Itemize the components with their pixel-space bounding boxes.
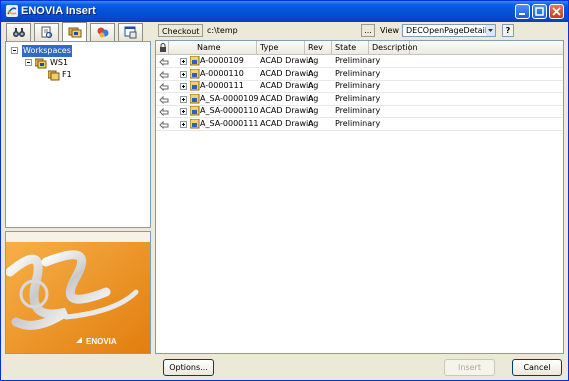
checkout-status-icon: [159, 95, 169, 104]
maximize-button[interactable]: [532, 4, 547, 19]
left-tab-strip: [5, 22, 151, 43]
expand-icon[interactable]: [180, 95, 187, 103]
table-row[interactable]: A-0000111 ACAD Drawing A Preliminary: [156, 80, 563, 94]
cell-name: A_SA-0000110: [200, 106, 259, 116]
tree-node-label[interactable]: Workspaces: [22, 45, 72, 57]
expand-icon[interactable]: [180, 70, 187, 78]
app-icon: [6, 5, 18, 17]
tab-collaboration[interactable]: [90, 23, 115, 41]
table-row[interactable]: A_SA-0000109 ACAD Drawing A Preliminary: [156, 93, 563, 106]
cell-state: Preliminary: [335, 81, 381, 91]
cell-state: Preliminary: [335, 68, 381, 78]
expand-icon[interactable]: [180, 121, 187, 128]
acad-drawing-icon: [190, 119, 200, 129]
cell-name: A-0000110: [200, 68, 244, 78]
checkout-toolbar: Checkout To c:\temp ... View DECOpenPage…: [155, 23, 529, 49]
folder-icon: [48, 70, 60, 81]
cell-name: A_SA-0000109: [200, 93, 259, 103]
tree-node-label[interactable]: WS1: [50, 57, 68, 69]
cancel-button[interactable]: Cancel: [512, 359, 562, 376]
column-header-type[interactable]: Type: [257, 41, 305, 54]
collaboration-icon: [97, 27, 109, 38]
checkout-path-field[interactable]: c:\temp: [207, 24, 369, 37]
workspace-icon: [35, 58, 47, 69]
options-button[interactable]: Options...: [163, 359, 214, 376]
close-button[interactable]: [549, 4, 564, 19]
checkout-status-icon: [159, 120, 169, 129]
collapse-icon[interactable]: [25, 59, 32, 66]
cell-state: Preliminary: [335, 56, 381, 65]
tree-node-ws1[interactable]: WS1: [24, 57, 134, 69]
maximize-icon: [535, 7, 544, 16]
tree-node-workspaces[interactable]: Workspaces: [10, 45, 130, 57]
cell-name: A_SA-0000111: [200, 119, 259, 128]
tab-document-search[interactable]: [34, 23, 59, 41]
column-header-rev[interactable]: Rev: [305, 41, 332, 54]
minimize-button[interactable]: [515, 4, 530, 19]
tree-node-f1[interactable]: F1: [48, 69, 138, 81]
lock-icon: [160, 43, 166, 52]
cell-rev: A: [308, 56, 314, 65]
cell-name: A-0000111: [200, 81, 244, 91]
help-button[interactable]: ?: [502, 24, 514, 37]
cell-state: Preliminary: [335, 93, 381, 103]
checkout-status-icon: [159, 108, 169, 117]
acad-drawing-icon: [190, 106, 200, 116]
tab-workspaces[interactable]: [62, 22, 87, 42]
window-icon: [124, 26, 137, 39]
cell-rev: A: [308, 119, 314, 128]
cell-rev: A: [308, 93, 314, 103]
checkout-status-icon: [159, 82, 169, 92]
table-row[interactable]: A-0000109 ACAD Drawing A Preliminary: [156, 55, 563, 68]
column-header-description[interactable]: Description: [369, 41, 418, 54]
grid-header: Name Type Rev State Description: [156, 41, 563, 55]
cell-state: Preliminary: [335, 106, 381, 116]
column-header-name[interactable]: Name: [169, 41, 257, 54]
checkout-status-icon: [159, 70, 169, 79]
expand-icon[interactable]: [180, 83, 187, 91]
button-bar: Options... Insert Cancel: [1, 356, 568, 380]
acad-drawing-icon: [190, 81, 200, 91]
enovia-insert-window: ENOVIA Insert Workspaces WS1 F1 ENOVIA C…: [0, 0, 569, 381]
acad-drawing-icon: [190, 56, 200, 66]
table-row[interactable]: A_SA-0000110 ACAD Drawing A Preliminary: [156, 105, 563, 119]
cell-rev: A: [308, 106, 314, 116]
expand-icon[interactable]: [180, 108, 187, 116]
results-grid: Name Type Rev State Description A-000010…: [155, 40, 564, 354]
workspace-icon: [68, 27, 82, 38]
close-icon: [552, 7, 561, 16]
view-select-value: DECOpenPageDetails: [406, 26, 492, 35]
view-label: View: [380, 26, 399, 35]
browse-button[interactable]: ...: [361, 24, 375, 37]
cell-rev: A: [308, 68, 314, 78]
acad-drawing-icon: [190, 93, 200, 104]
brand-panel: ENOVIA: [5, 231, 151, 354]
acad-drawing-icon: [190, 68, 200, 79]
cell-rev: A: [308, 81, 314, 91]
table-row[interactable]: A_SA-0000111 ACAD Drawing A Preliminary: [156, 118, 563, 131]
title-bar[interactable]: ENOVIA Insert: [1, 1, 568, 22]
cell-state: Preliminary: [335, 119, 381, 128]
tab-search[interactable]: [6, 23, 31, 41]
column-header-state[interactable]: State: [332, 41, 369, 54]
document-search-icon: [41, 26, 53, 39]
table-row[interactable]: A-0000110 ACAD Drawing A Preliminary: [156, 68, 563, 81]
binoculars-icon: [13, 28, 25, 37]
minimize-icon: [519, 13, 525, 15]
insert-button[interactable]: Insert: [444, 359, 495, 376]
window-title: ENOVIA Insert: [21, 5, 96, 17]
tree-node-label[interactable]: F1: [62, 69, 72, 81]
checkout-status-icon: [159, 57, 169, 66]
collapse-icon[interactable]: [11, 47, 18, 54]
chevron-down-icon[interactable]: [486, 25, 495, 36]
enovia-logo-text: ENOVIA: [86, 337, 117, 346]
expand-icon[interactable]: [180, 58, 187, 65]
ds-logo-image: ENOVIA: [6, 232, 150, 353]
workspace-tree: Workspaces WS1 F1: [5, 41, 151, 228]
tab-window[interactable]: [118, 23, 143, 41]
view-select[interactable]: DECOpenPageDetails: [402, 24, 496, 37]
cell-name: A-0000109: [200, 56, 244, 65]
checkout-to-button[interactable]: Checkout To: [158, 24, 203, 49]
lock-column-header[interactable]: [156, 41, 169, 54]
